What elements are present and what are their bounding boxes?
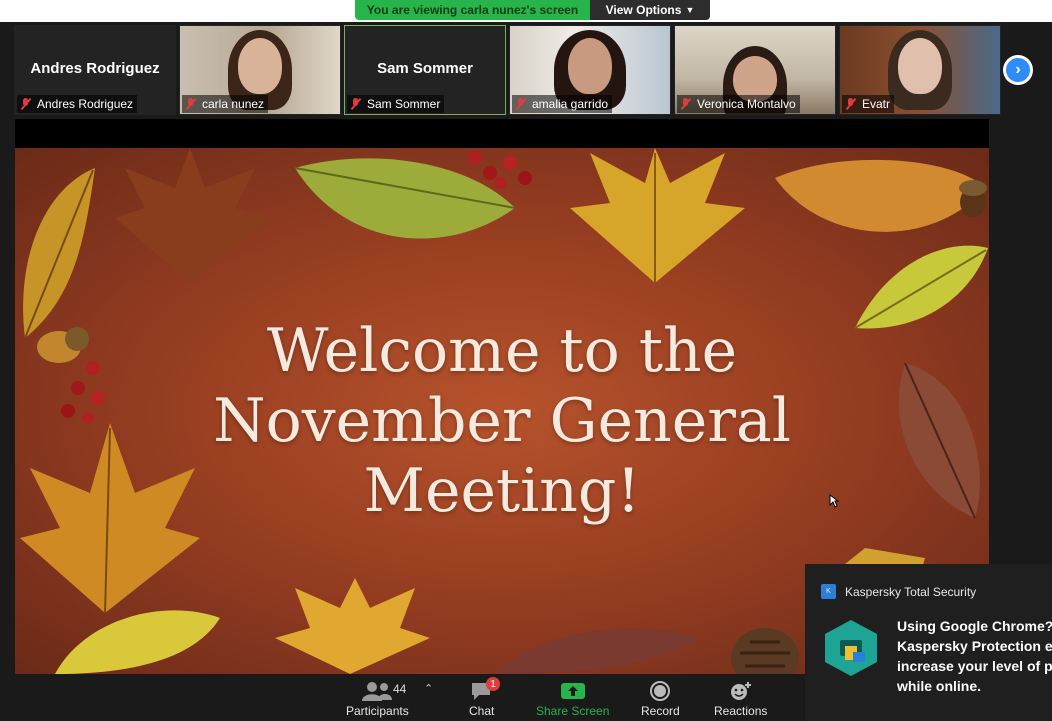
- participant-video-face: [568, 38, 612, 94]
- toast-message-line: while online.: [897, 678, 982, 694]
- slide-title-line: Welcome to the: [266, 316, 738, 386]
- participant-name-tag: Andres Rodriguez: [17, 95, 138, 113]
- chat-label: Chat: [469, 704, 495, 718]
- participant-display-name: Sam Sommer: [377, 60, 473, 77]
- participant-name: Sam Sommer: [367, 97, 441, 111]
- reactions-button[interactable]: Reactions: [714, 678, 767, 718]
- participant-name-tag: carla nunez: [182, 95, 269, 113]
- view-options-button[interactable]: View Options ▼: [590, 0, 710, 20]
- share-screen-label: Share Screen: [536, 704, 610, 718]
- record-icon: [649, 678, 671, 704]
- participant-tile-andres-rodriguez[interactable]: Andres Rodriguez Andres Rodriguez: [14, 25, 176, 115]
- pinecone-decoration: [731, 628, 799, 674]
- reactions-label: Reactions: [714, 704, 768, 718]
- participant-name-tag: amalia garrido: [512, 95, 613, 113]
- participant-tile-amalia-garrido[interactable]: amalia garrido: [509, 25, 671, 115]
- viewing-status-text: You are viewing carla nunez's screen: [355, 0, 590, 20]
- participant-name: Evatr: [862, 97, 891, 111]
- slide-title-line: November General: [213, 386, 791, 456]
- slide-title: Welcome to the November General Meeting!: [15, 316, 989, 526]
- participant-name: Andres Rodriguez: [37, 97, 134, 111]
- chevron-right-icon: ›: [1006, 58, 1030, 82]
- chevron-up-icon[interactable]: ⌃: [424, 682, 433, 695]
- participant-name-tag: Veronica Montalvo: [677, 95, 800, 113]
- toast-message-line: increase your level of p: [897, 658, 1052, 674]
- mic-muted-icon: [185, 98, 197, 110]
- participant-tile-carla-nunez[interactable]: carla nunez: [179, 25, 341, 115]
- participant-name-tag: Sam Sommer: [347, 95, 445, 113]
- mic-muted-icon: [680, 98, 692, 110]
- mic-muted-icon: [350, 98, 362, 110]
- leaf-decoration: [275, 578, 430, 674]
- chat-unread-badge: 1: [486, 677, 500, 691]
- shared-screen-top-bar: [15, 119, 989, 148]
- leaf-decoration: [55, 610, 220, 674]
- reactions-icon: [728, 678, 754, 704]
- toast-message: Using Google Chrome? Kaspersky Protectio…: [897, 616, 1052, 696]
- leaf-decoration: [115, 148, 270, 283]
- participant-video-face: [898, 38, 942, 94]
- leaf-decoration: [495, 628, 700, 674]
- kaspersky-notification[interactable]: K Kaspersky Total Security Using Google …: [805, 564, 1052, 721]
- participant-tile-veronica-montalvo[interactable]: Veronica Montalvo: [674, 25, 836, 115]
- mic-muted-icon: [20, 98, 32, 110]
- participant-video-face: [238, 38, 282, 94]
- chevron-down-icon: ▼: [685, 5, 695, 15]
- record-label: Record: [641, 704, 680, 718]
- view-options-label: View Options: [605, 3, 682, 17]
- share-screen-button[interactable]: Share Screen: [536, 678, 609, 718]
- participants-icon: [360, 678, 394, 704]
- participant-name: Veronica Montalvo: [697, 97, 796, 111]
- acorn-decoration: [959, 180, 987, 217]
- kaspersky-shield-icon: [825, 620, 877, 676]
- participant-strip: Andres Rodriguez Andres Rodriguez carla …: [14, 25, 1001, 115]
- slide-title-line: Meeting!: [363, 456, 641, 526]
- toast-message-line: Kaspersky Protection e: [897, 638, 1052, 654]
- toast-header: K Kaspersky Total Security: [821, 584, 976, 599]
- participants-count: 44: [393, 682, 407, 696]
- next-page-button[interactable]: ›: [1003, 55, 1033, 85]
- participant-name-tag: Evatr: [842, 95, 895, 113]
- participant-tile-sam-sommer[interactable]: Sam Sommer Sam Sommer: [344, 25, 506, 115]
- leaf-decoration: [570, 148, 745, 283]
- participant-tile-evatr[interactable]: Evatr: [839, 25, 1001, 115]
- viewing-banner: You are viewing carla nunez's screen Vie…: [355, 0, 710, 20]
- toast-app-name: Kaspersky Total Security: [845, 584, 977, 599]
- participant-name: carla nunez: [202, 97, 265, 111]
- berries-decoration: [468, 151, 532, 189]
- participant-name: amalia garrido: [532, 97, 609, 111]
- share-screen-icon: [560, 678, 586, 704]
- mic-muted-icon: [845, 98, 857, 110]
- mouse-cursor-icon: [829, 494, 839, 508]
- kaspersky-app-icon: K: [821, 584, 836, 599]
- mic-muted-icon: [515, 98, 527, 110]
- record-button[interactable]: Record: [641, 678, 680, 718]
- toast-message-line: Using Google Chrome?: [897, 618, 1052, 634]
- participants-label: Participants: [346, 704, 409, 718]
- participant-display-name: Andres Rodriguez: [30, 60, 160, 77]
